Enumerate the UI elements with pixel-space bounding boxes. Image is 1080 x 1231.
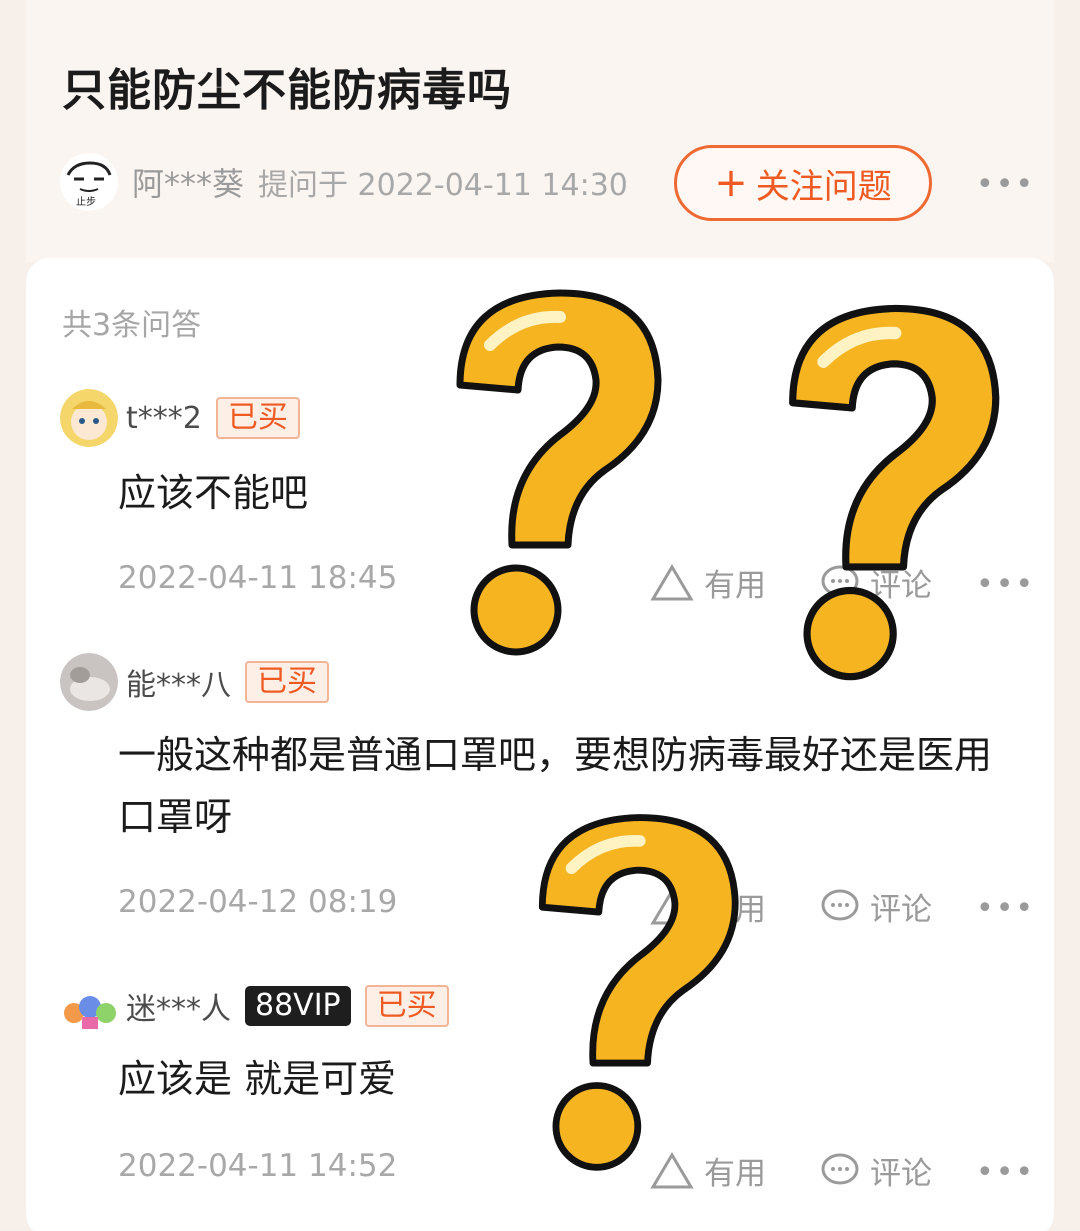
question-more-icon[interactable]: ••• [976, 170, 1035, 200]
plus-icon: + [714, 160, 748, 206]
answer-user-row: 迷***人 88VIP 已买 [60, 976, 461, 1036]
comment-icon [821, 565, 859, 596]
comment-icon [821, 1153, 859, 1184]
comment-button[interactable]: 评论 [820, 560, 932, 605]
answer-text: 一般这种都是普通口罩吧，要想防病毒最好还是医用口罩呀 [118, 733, 993, 839]
answer-more-icon[interactable]: ••• [976, 894, 1035, 924]
follow-label: 关注问题 [755, 166, 892, 207]
bought-badge: 已买 [245, 661, 329, 703]
comment-button[interactable]: 评论 [820, 1148, 932, 1193]
useful-label: 有用 [704, 1156, 766, 1192]
avatar[interactable] [60, 389, 118, 447]
avatar[interactable] [60, 653, 118, 711]
answer-user-name[interactable]: 迷***人 [126, 984, 231, 1028]
thumb-up-triangle-icon [650, 887, 694, 924]
asker-avatar[interactable]: 止步 [60, 153, 118, 211]
bought-badge: 已买 [364, 985, 449, 1027]
asker-meta: 提问于 2022-04-11 14:30 [258, 168, 628, 203]
follow-question-button[interactable]: + 关注问题 [674, 145, 932, 221]
useful-label: 有用 [704, 892, 766, 928]
comment-label: 评论 [870, 568, 932, 604]
answer-user-name[interactable]: t***2 [126, 401, 202, 436]
comment-button[interactable]: 评论 [820, 884, 932, 929]
meme-face-icon: 止步 [60, 153, 118, 211]
thumb-up-triangle-icon [650, 563, 694, 600]
answer-user-row: t***2 已买 [60, 388, 312, 448]
useful-label: 有用 [704, 568, 766, 604]
question-title: 只能防尘不能防病毒吗 [62, 65, 512, 116]
avatar[interactable] [60, 977, 118, 1035]
svg-text:止步: 止步 [76, 196, 96, 208]
answer-time: 2022-04-12 08:19 [118, 884, 398, 920]
vip-badge: 88VIP [245, 986, 351, 1026]
answer-time: 2022-04-11 14:52 [118, 1148, 398, 1184]
comment-label: 评论 [870, 1156, 932, 1192]
answer-more-icon[interactable]: ••• [976, 570, 1035, 600]
useful-button[interactable]: 有用 [650, 1148, 766, 1193]
answer-time: 2022-04-11 18:45 [118, 560, 398, 596]
comment-icon [821, 889, 859, 920]
answer-user-row: 能***八 已买 [60, 652, 341, 712]
thumb-up-triangle-icon [650, 1151, 694, 1188]
bought-badge: 已买 [215, 397, 300, 439]
comment-label: 评论 [870, 892, 932, 928]
answer-more-icon[interactable]: ••• [976, 1158, 1035, 1188]
answer-user-name[interactable]: 能***八 [126, 660, 231, 704]
answers-count: 共3条问答 [62, 308, 202, 343]
asker-name[interactable]: 阿***葵 [132, 159, 244, 205]
qa-page: 只能防尘不能防病毒吗 止步 阿***葵 提问于 2022-04-11 14:30… [0, 0, 1080, 1231]
answer-text: 应该不能吧 [118, 471, 309, 515]
answer-text: 应该是 就是可爱 [118, 1057, 397, 1101]
useful-button[interactable]: 有用 [650, 884, 766, 929]
useful-button[interactable]: 有用 [650, 560, 766, 605]
question-header [26, 0, 1054, 262]
